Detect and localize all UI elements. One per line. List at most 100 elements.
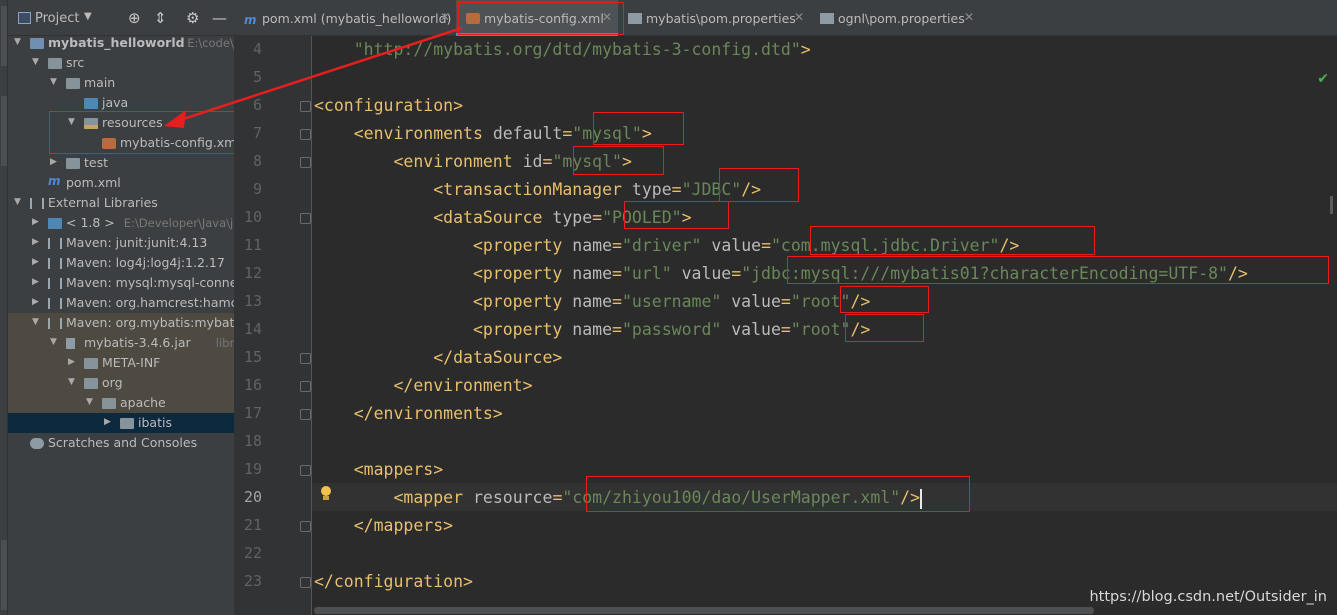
collapse-icon[interactable]: ⇕ <box>154 9 167 27</box>
tree-item[interactable]: ▼ Maven: org.mybatis:mybatis:3 <box>8 313 234 333</box>
editor-tab[interactable]: m pom.xml (mybatis_helloworld) ✕ <box>234 0 456 36</box>
code-token: = <box>612 320 622 339</box>
tree-item[interactable]: ▶ Maven: mysql:mysql-connecto <box>8 273 234 293</box>
chevron-down-icon[interactable]: ▼ <box>50 337 57 347</box>
code-token: = <box>731 264 742 283</box>
chevron-down-icon[interactable]: ▼ <box>68 377 75 387</box>
tree-item[interactable]: m pom.xml <box>8 173 234 193</box>
code-line[interactable]: </environment> <box>314 372 532 400</box>
chevron-right-icon[interactable]: ▶ <box>32 277 39 287</box>
code-line[interactable]: <mappers> <box>314 456 443 484</box>
line-number: 22 <box>243 544 262 562</box>
project-panel-title[interactable]: Project <box>35 11 79 26</box>
project-tool-tab[interactable] <box>1 6 7 66</box>
line-number: 4 <box>252 40 262 58</box>
scrollbar-marker[interactable] <box>1330 196 1333 214</box>
code-token: <dataSource <box>314 208 553 227</box>
tree-item[interactable]: ▼ org <box>8 373 234 393</box>
gear-icon[interactable]: ⚙ <box>186 9 199 27</box>
close-icon[interactable]: ✕ <box>440 10 450 24</box>
chevron-right-icon[interactable]: ▶ <box>68 357 75 367</box>
fold-marker-icon[interactable] <box>300 213 311 224</box>
code-line[interactable]: </mappers> <box>314 512 453 540</box>
code-line[interactable]: <property name="username" value="root"/> <box>314 288 870 316</box>
close-icon[interactable]: ✕ <box>794 10 804 24</box>
fold-marker-icon[interactable] <box>300 577 311 588</box>
code-token: </dataSource> <box>314 348 563 367</box>
fold-marker-icon[interactable] <box>300 381 311 392</box>
code-token: </mappers> <box>314 516 454 535</box>
library-icon <box>48 298 62 309</box>
tree-item[interactable]: ▶ test <box>8 153 234 173</box>
folder-icon <box>66 158 80 169</box>
tree-item[interactable]: ▼ mybatis_helloworldE:\code\Ja <box>8 33 234 53</box>
editor-tab[interactable]: mybatis\pom.properties ✕ <box>618 0 810 36</box>
fold-marker-icon[interactable] <box>300 521 311 532</box>
tree-item[interactable]: ▶ Maven: junit:junit:4.13 <box>8 233 234 253</box>
tree-item[interactable]: ▼ main <box>8 73 234 93</box>
code-token: "root" <box>790 320 851 339</box>
minimize-icon[interactable]: — <box>212 9 227 27</box>
fold-marker-icon[interactable] <box>300 353 311 364</box>
tree-item-label: Maven: junit:junit:4.13 <box>66 235 208 250</box>
jdk-icon <box>48 218 62 229</box>
fold-marker-icon[interactable] <box>300 129 311 140</box>
tree-item[interactable]: ▶ < 1.8 > E:\Developer\Java\jd <box>8 213 234 233</box>
line-number: 6 <box>252 96 262 114</box>
code-token: name <box>572 320 613 339</box>
chevron-right-icon[interactable]: ▶ <box>32 297 39 307</box>
tree-item[interactable]: ▶ Maven: log4j:log4j:1.2.17 <box>8 253 234 273</box>
code-line[interactable]: "http://mybatis.org/dtd/mybatis-3-config… <box>314 36 811 64</box>
code-editor[interactable]: 4 5 6 7 8 9 10 11 12 13 14 15 16 17 18 19 20 21 22 23 "http… <box>234 36 1337 615</box>
inspection-ok-icon[interactable]: ✔ <box>1317 71 1329 87</box>
code-line[interactable]: <configuration> <box>314 92 463 120</box>
favorites-tool-tab[interactable] <box>1 540 7 610</box>
horizontal-scrollbar[interactable] <box>314 605 1337 615</box>
chevron-down-icon[interactable]: ▼ <box>32 317 39 327</box>
tree-item[interactable]: ▶ META-INF <box>8 353 234 373</box>
tree-item[interactable]: ▼ External Libraries <box>8 193 234 213</box>
chevron-right-icon[interactable]: ▶ <box>32 237 39 247</box>
package-icon <box>102 398 116 409</box>
tree-item-label: org <box>102 375 123 390</box>
chevron-down-icon[interactable]: ▼ <box>32 57 39 67</box>
fold-marker-icon[interactable] <box>300 409 311 420</box>
tree-item[interactable]: java <box>8 93 234 113</box>
tree-item[interactable]: Scratches and Consoles <box>8 433 234 453</box>
chevron-right-icon[interactable]: ▶ <box>32 217 39 227</box>
chevron-down-icon[interactable]: ▼ <box>86 397 93 407</box>
close-icon[interactable]: ✕ <box>964 10 974 24</box>
code-line[interactable]: <property name="password" value="root"/> <box>314 316 870 344</box>
fold-marker-icon[interactable] <box>300 465 311 476</box>
line-number: 11 <box>243 236 262 254</box>
code-line[interactable]: </environments> <box>314 400 503 428</box>
tree-item-label: ibatis <box>138 415 172 430</box>
tree-item[interactable]: ▶ Maven: org.hamcrest:hamcre <box>8 293 234 313</box>
target-icon[interactable]: ⊕ <box>128 9 141 27</box>
tree-item-label: Maven: log4j:log4j:1.2.17 <box>66 255 225 270</box>
tree-item[interactable]: ▶ ibatis <box>8 413 234 433</box>
code-line[interactable]: </configuration> <box>314 568 473 596</box>
fold-marker-icon[interactable] <box>300 157 311 168</box>
chevron-down-icon[interactable]: ▼ <box>14 197 21 207</box>
chevron-right-icon[interactable]: ▶ <box>32 257 39 267</box>
tree-item[interactable]: ▼ mybatis-3.4.6.jar library ro <box>8 333 234 353</box>
chevron-down-icon[interactable]: ▼ <box>14 37 21 47</box>
chevron-right-icon[interactable]: ▶ <box>104 417 111 427</box>
scrollbar-thumb[interactable] <box>314 607 1094 614</box>
chevron-down-icon[interactable]: ▼ <box>50 77 57 87</box>
structure-tool-tab[interactable] <box>1 96 7 166</box>
tree-item-path: E:\code\Ja <box>187 36 234 50</box>
lightbulb-icon[interactable] <box>320 486 332 502</box>
tree-item[interactable]: ▼ src <box>8 53 234 73</box>
editor-tab[interactable]: ognl\pom.properties ✕ <box>810 0 980 36</box>
code-line[interactable]: <transactionManager type="JDBC"/> <box>314 176 761 204</box>
chevron-right-icon[interactable]: ▶ <box>50 157 57 167</box>
code-line[interactable]: </dataSource> <box>314 344 562 372</box>
tree-item[interactable]: ▼ apache <box>8 393 234 413</box>
folder-icon <box>66 78 80 89</box>
fold-marker-icon[interactable] <box>300 101 311 112</box>
chevron-down-icon[interactable]: ▼ <box>84 11 92 22</box>
code-token: value <box>701 236 762 255</box>
annotation-box <box>840 286 929 313</box>
